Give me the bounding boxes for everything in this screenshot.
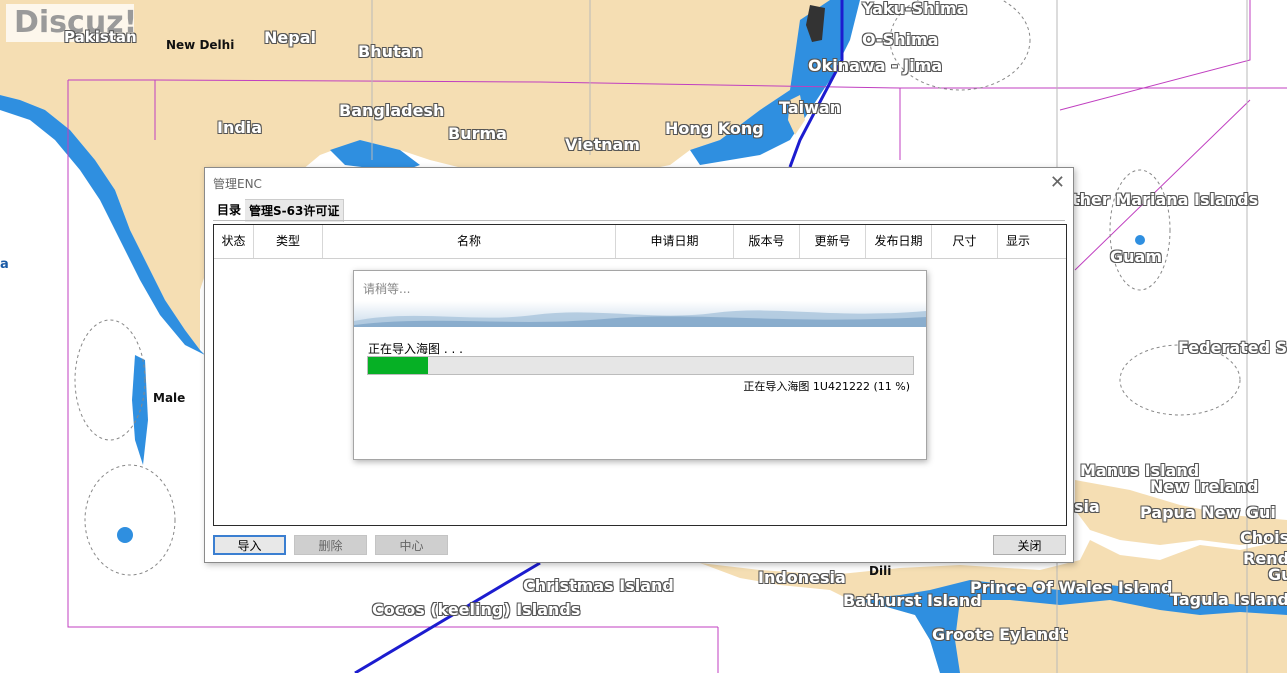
map-label-cocos: Cocos (keeling) Islands <box>372 600 581 619</box>
map-label-o-shima: O-Shima <box>862 30 939 49</box>
map-label-yaku-shima: Yaku-Shima <box>862 0 968 18</box>
column-header-size[interactable]: 尺寸 <box>932 225 998 258</box>
map-label-okinawa: Okinawa - Jima <box>808 56 943 75</box>
map-label-papua: Papua New Gui <box>1140 503 1276 522</box>
column-header-status[interactable]: 状态 <box>214 225 254 258</box>
map-label-tagula: Tagula Island <box>1170 590 1287 609</box>
tab-manage-s63-license[interactable]: 管理S-63许可证 <box>245 199 345 222</box>
map-label-guam: Guam <box>1110 247 1162 266</box>
map-label-burma: Burma <box>448 124 507 143</box>
map-label-chois: Chois <box>1240 528 1287 547</box>
map-label-new-delhi: New Delhi <box>166 38 235 52</box>
column-header-update[interactable]: 更新号 <box>800 225 866 258</box>
dialog-tabs: 目录 管理S-63许可证 <box>213 199 345 222</box>
table-header: 状态 类型 名称 申请日期 版本号 更新号 发布日期 尺寸 显示 <box>214 225 1066 259</box>
tab-catalog[interactable]: 目录 <box>213 199 246 221</box>
column-header-type[interactable]: 类型 <box>254 225 323 258</box>
progress-message: 正在导入海图 . . . <box>368 342 463 356</box>
map-label-bhutan: Bhutan <box>358 42 423 61</box>
close-button[interactable]: 关闭 <box>993 535 1066 555</box>
map-label-india: India <box>217 118 263 137</box>
progress-banner <box>354 301 926 327</box>
map-label-sia: sia <box>1074 497 1100 516</box>
column-header-edition[interactable]: 版本号 <box>734 225 800 258</box>
map-label-pakistan: Pakistan <box>64 28 137 46</box>
map-label-indonesia: Indonesia <box>758 568 846 587</box>
delete-button[interactable]: 删除 <box>294 535 367 555</box>
tab-divider <box>213 220 1065 221</box>
map-label-taiwan: Taiwan <box>779 98 842 117</box>
map-label-new-ireland: New Ireland <box>1150 477 1259 496</box>
progress-title: 请稍等... <box>363 282 411 296</box>
map-label-dili: Dili <box>869 564 892 578</box>
map-label-prince-wales: Prince Of Wales Island <box>970 578 1173 597</box>
map-label-bathurst: Bathurst Island <box>843 591 982 610</box>
map-label-vietnam: Vietnam <box>565 135 640 154</box>
column-header-display[interactable]: 显示 <box>998 225 1038 258</box>
progress-bar <box>367 356 914 375</box>
progress-detail: 正在导入海图 1U421222 (11 %) <box>743 380 910 393</box>
center-button[interactable]: 中心 <box>375 535 448 555</box>
map-label-mariana: ther Mariana Islands <box>1072 190 1259 209</box>
map-label-christmas: Christmas Island <box>523 576 674 595</box>
map-label-bangladesh: Bangladesh <box>339 101 445 120</box>
close-icon[interactable]: ✕ <box>1050 172 1065 193</box>
island-guam <box>1135 235 1145 245</box>
dialog-title: 管理ENC <box>213 177 262 191</box>
column-header-issue-date[interactable]: 发布日期 <box>866 225 932 258</box>
column-header-request-date[interactable]: 申请日期 <box>616 225 734 258</box>
column-header-name[interactable]: 名称 <box>323 225 616 258</box>
progress-bar-fill <box>368 357 428 374</box>
island-chagos <box>117 527 133 543</box>
map-label-nepal: Nepal <box>264 28 316 47</box>
import-button[interactable]: 导入 <box>213 535 286 555</box>
map-label-male: Male <box>153 391 186 405</box>
progress-dialog: 请稍等... 正在导入海图 . . . 正在导入海图 1U421222 (11 … <box>353 270 927 460</box>
map-label-groote: Groote Eylandt <box>932 625 1068 644</box>
map-label-gu: Gu <box>1268 565 1287 584</box>
map-label-federated: Federated S <box>1178 338 1287 357</box>
map-label-left-edge: a <box>0 257 9 272</box>
map-label-hong-kong: Hong Kong <box>665 119 764 138</box>
